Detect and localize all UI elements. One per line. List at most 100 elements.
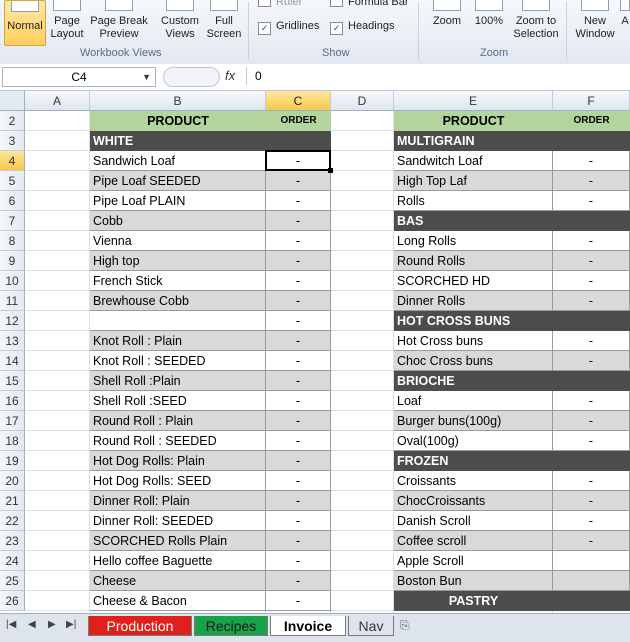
row-header[interactable]: 15 — [0, 371, 25, 391]
order-cell[interactable]: - — [266, 531, 331, 551]
product-cell[interactable]: Cobb — [90, 211, 266, 231]
last-sheet-icon[interactable]: ▶| — [66, 619, 76, 630]
product-cell[interactable]: High top — [90, 251, 266, 271]
order-cell[interactable]: - — [266, 171, 331, 191]
row-header[interactable]: 17 — [0, 411, 25, 431]
order-cell[interactable]: - — [266, 371, 331, 391]
headings-checkbox[interactable]: ✓ Headings — [330, 20, 394, 35]
product-cell[interactable] — [90, 311, 266, 331]
product-cell[interactable]: High Top Laf — [394, 171, 553, 191]
section-header[interactable]: HOT CROSS BUNS — [394, 311, 553, 331]
order-cell[interactable]: - — [553, 271, 630, 291]
product-cell[interactable]: Cheese — [90, 571, 266, 591]
product-cell[interactable]: Round Roll : SEEDED — [90, 431, 266, 451]
row-header[interactable]: 8 — [0, 231, 25, 251]
order-cell[interactable]: - — [553, 151, 630, 171]
row-header[interactable]: 19 — [0, 451, 25, 471]
order-cell[interactable]: - — [266, 571, 331, 591]
order-cell[interactable]: - — [266, 491, 331, 511]
order-cell[interactable]: - — [266, 191, 331, 211]
product-cell[interactable]: Pipe Loaf PLAIN — [90, 191, 266, 211]
order-header[interactable]: ORDER — [266, 111, 331, 131]
order-cell[interactable]: - — [266, 331, 331, 351]
row-header[interactable]: 21 — [0, 491, 25, 511]
row-header[interactable]: 22 — [0, 511, 25, 531]
row-header[interactable]: 10 — [0, 271, 25, 291]
order-cell[interactable]: - — [266, 451, 331, 471]
section-header-fill[interactable] — [553, 131, 630, 151]
row-header[interactable]: 4 — [0, 151, 25, 171]
product-cell[interactable]: Hot Cross buns — [394, 331, 553, 351]
product-cell[interactable]: Loaf — [394, 391, 553, 411]
order-cell[interactable]: - — [266, 411, 331, 431]
product-cell[interactable]: Knot Roll : Plain — [90, 331, 266, 351]
row-header[interactable]: 16 — [0, 391, 25, 411]
next-sheet-icon[interactable]: ▶ — [48, 619, 56, 630]
tab-production[interactable]: Production — [88, 616, 192, 636]
zoom-100-button[interactable]: 100% — [470, 0, 508, 44]
custom-views-button[interactable]: Custom Views — [158, 0, 202, 44]
section-header[interactable]: MULTIGRAIN — [394, 131, 553, 151]
row-header[interactable]: 9 — [0, 251, 25, 271]
row-header[interactable]: 20 — [0, 471, 25, 491]
order-cell[interactable]: - — [266, 231, 331, 251]
product-cell[interactable]: Sandwitch Loaf — [394, 151, 553, 171]
product-cell[interactable]: Dinner Roll: Plain — [90, 491, 266, 511]
order-cell[interactable]: - — [553, 411, 630, 431]
order-cell[interactable]: - — [266, 251, 331, 271]
name-box[interactable]: C4 ▼ — [2, 67, 156, 87]
order-cell[interactable]: - — [553, 531, 630, 551]
order-header-right[interactable]: ORDER — [553, 111, 630, 131]
section-header-fill[interactable] — [553, 591, 630, 611]
product-cell[interactable]: Hot Dog Rolls: Plain — [90, 451, 266, 471]
order-cell[interactable]: - — [266, 391, 331, 411]
order-cell[interactable]: - — [266, 351, 331, 371]
first-sheet-icon[interactable]: |◀ — [6, 619, 16, 630]
order-cell[interactable]: - — [266, 551, 331, 571]
gridlines-checkbox[interactable]: ✓ Gridlines — [258, 20, 319, 35]
product-header-right[interactable]: PRODUCT — [394, 111, 553, 131]
order-cell[interactable]: - — [553, 191, 630, 211]
row-header[interactable]: 23 — [0, 531, 25, 551]
zoom-button[interactable]: Zoom — [428, 0, 466, 44]
row-header[interactable]: 5 — [0, 171, 25, 191]
row-header[interactable]: 7 — [0, 211, 25, 231]
insert-sheet-icon[interactable]: ⎘ — [400, 618, 420, 634]
order-cell[interactable]: - — [553, 231, 630, 251]
order-cell[interactable]: - — [266, 311, 331, 331]
product-cell[interactable]: Long Rolls — [394, 231, 553, 251]
order-cell[interactable]: - — [266, 151, 331, 171]
product-header[interactable]: PRODUCT — [90, 111, 266, 131]
prev-sheet-icon[interactable]: ◀ — [28, 619, 36, 630]
product-cell[interactable]: ChocCroissants — [394, 491, 553, 511]
insert-function-icon[interactable]: fx — [225, 68, 235, 83]
select-all-corner[interactable] — [0, 91, 25, 111]
column-header-a[interactable]: A — [25, 91, 90, 111]
page-layout-button[interactable]: Page Layout — [48, 0, 86, 44]
ruler-checkbox[interactable]: Ruler — [258, 0, 302, 8]
tab-invoice[interactable]: Invoice — [270, 616, 346, 636]
product-cell[interactable]: Dinner Rolls — [394, 291, 553, 311]
order-cell[interactable] — [553, 551, 630, 571]
row-header[interactable]: 18 — [0, 431, 25, 451]
product-cell[interactable]: Choc Cross buns — [394, 351, 553, 371]
section-header[interactable]: BRIOCHE — [394, 371, 553, 391]
fill-handle[interactable] — [328, 168, 333, 173]
column-header-f[interactable]: F — [553, 91, 630, 111]
zoom-to-selection-button[interactable]: Zoom to Selection — [510, 0, 562, 44]
product-cell[interactable]: French Stick — [90, 271, 266, 291]
product-cell[interactable]: Shell Roll :SEED — [90, 391, 266, 411]
formula-input[interactable]: 0 — [246, 67, 628, 85]
order-cell[interactable]: - — [553, 331, 630, 351]
column-header-e[interactable]: E — [394, 91, 553, 111]
order-cell[interactable]: - — [553, 171, 630, 191]
product-cell[interactable]: Round Roll : Plain — [90, 411, 266, 431]
section-header[interactable]: BAS — [394, 211, 553, 231]
tab-nav[interactable]: Nav — [348, 616, 394, 636]
order-cell[interactable]: - — [266, 271, 331, 291]
order-cell[interactable]: - — [553, 351, 630, 371]
column-header-b[interactable]: B — [90, 91, 266, 111]
product-cell[interactable]: Hot Dog Rolls: SEED — [90, 471, 266, 491]
product-cell[interactable]: Boston Bun — [394, 571, 553, 591]
section-header-fill[interactable] — [553, 311, 630, 331]
